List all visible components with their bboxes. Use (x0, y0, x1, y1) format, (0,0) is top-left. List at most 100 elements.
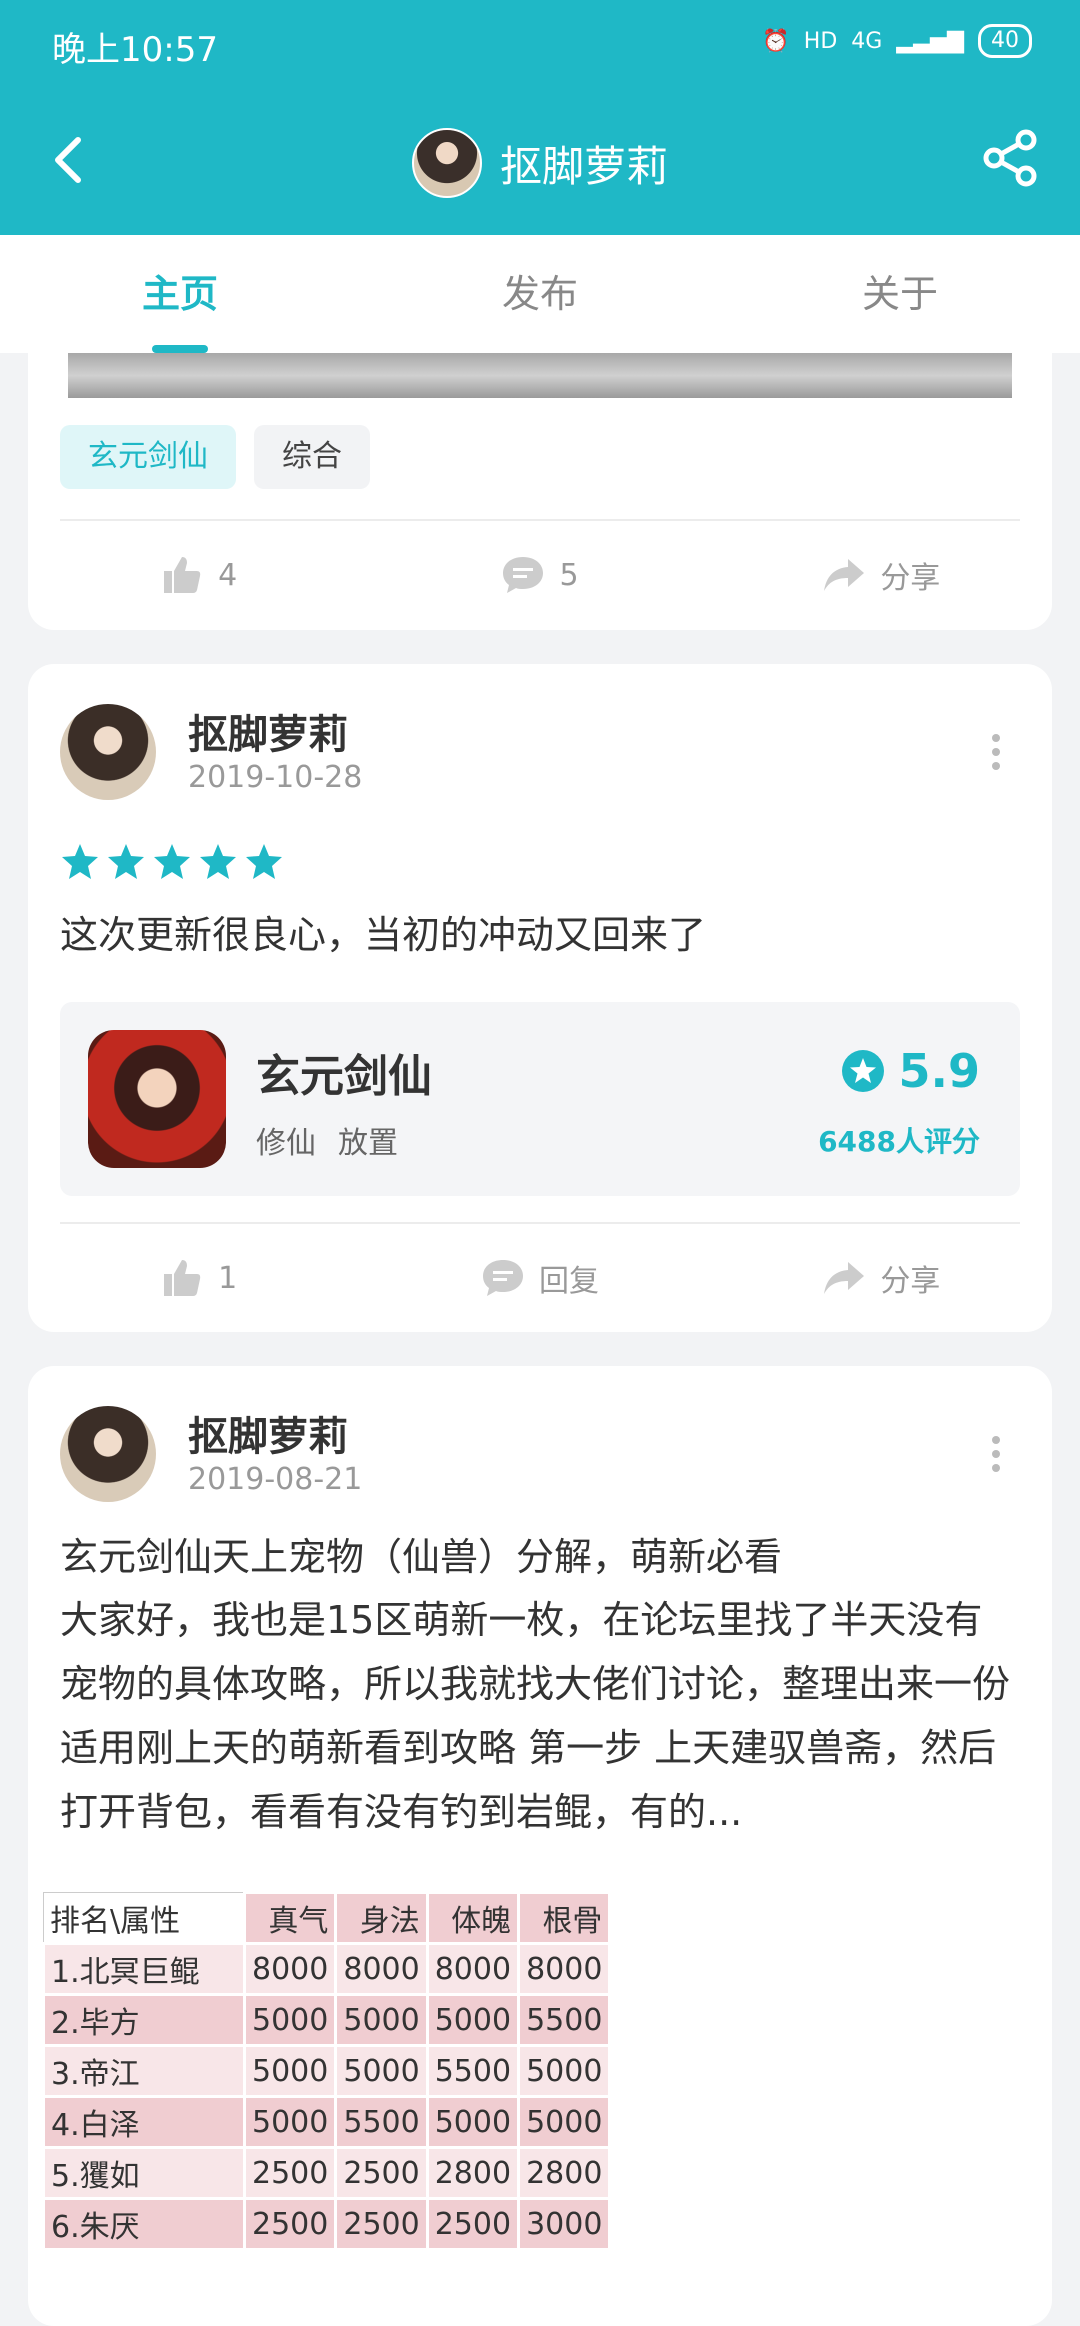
status-icons: ⏰ HD 4G ▂▃▅▇ 40 (762, 24, 1032, 58)
game-categories: 修仙 放置 (256, 1118, 398, 1162)
share-button[interactable]: 分享 (711, 1256, 1052, 1300)
star-icon (62, 844, 98, 879)
table-cell: 2800 (517, 2146, 612, 2200)
article-title: 玄元剑仙天上宠物（仙兽）分解，萌新必看 (60, 1535, 783, 1579)
table-header-row: 排名\属性 真气 身法 体魄 根骨 (43, 1891, 612, 1945)
post-date: 2019-10-28 (188, 760, 363, 795)
post-date: 2019-08-21 (188, 1462, 363, 1497)
table-cell: 8000 (242, 1942, 338, 1996)
table-cell: 8000 (517, 1942, 612, 1996)
review-text: 这次更新很良心，当初的冲动又回来了 (60, 913, 707, 957)
tab-home[interactable]: 主页 (0, 235, 360, 353)
star-icon (154, 844, 190, 879)
table-row: 3.帝江 5000 5000 5500 5000 (42, 2044, 612, 2098)
reply-button[interactable]: 回复 (369, 1256, 710, 1300)
signal-icon: ▂▃▅▇ (896, 28, 964, 54)
comment-icon (503, 557, 544, 593)
status-bar: 晚上10:57 ⏰ HD 4G ▂▃▅▇ 40 (0, 0, 1080, 90)
table-cell: 5000 (425, 2095, 521, 2149)
rating-count: 6488人评分 (818, 1125, 980, 1158)
table-cell: 4.白泽 (42, 2095, 246, 2149)
table-cell: 2500 (242, 2146, 338, 2200)
header-title: 抠脚萝莉 (499, 141, 668, 191)
table-cell: 1.北冥巨鲲 (42, 1942, 246, 1996)
username[interactable]: 抠脚萝莉 (188, 1404, 348, 1462)
tab-publish[interactable]: 发布 (360, 235, 720, 353)
table-row: 1.北冥巨鲲 8000 8000 8000 8000 (42, 1942, 612, 1996)
table-cell: 2.毕方 (42, 1993, 246, 2047)
table-cell: 6.朱厌 (42, 2197, 246, 2251)
tag-general[interactable]: 综合 (254, 425, 370, 489)
star-icon (108, 844, 144, 879)
game-score: 5.9 (841, 1044, 981, 1098)
top-bar: 晚上10:57 ⏰ HD 4G ▂▃▅▇ 40 抠脚萝莉 (0, 0, 1080, 235)
game-score-value: 5.9 (898, 1044, 981, 1098)
more-options-icon[interactable] (992, 734, 1002, 776)
table-cell: 5000 (242, 2095, 338, 2149)
post-image[interactable] (68, 353, 1012, 398)
avatar[interactable] (60, 704, 156, 800)
alarm-icon: ⏰ (762, 28, 790, 54)
divider (60, 519, 1020, 521)
game-category: 修仙 (256, 1126, 316, 1161)
like-count: 1 (218, 1260, 238, 1296)
table-cell: 5500 (517, 1993, 612, 2047)
table-cell: 2500 (242, 2197, 338, 2251)
table-cell: 3000 (517, 2197, 612, 2251)
like-button[interactable]: 4 (28, 553, 369, 597)
table-row: 4.白泽 5000 5500 5000 5000 (42, 2095, 612, 2149)
table-cell: 8000 (425, 1942, 521, 1996)
table-cell: 8000 (334, 1942, 429, 1996)
share-icon[interactable] (980, 128, 1040, 188)
network-label: 4G (851, 28, 883, 54)
game-category: 放置 (338, 1126, 398, 1161)
header-avatar (411, 128, 482, 198)
comment-count: 5 (559, 557, 579, 593)
table-cell: 5500 (334, 2095, 429, 2149)
star-icon (200, 844, 236, 879)
avatar[interactable] (60, 1406, 156, 1502)
like-button[interactable]: 1 (28, 1256, 369, 1300)
divider (60, 1222, 1020, 1224)
forward-icon (824, 559, 865, 591)
share-label: 分享 (880, 561, 941, 596)
table-cell: 2500 (334, 2197, 429, 2251)
thumbs-up-icon (164, 1260, 201, 1296)
comment-button[interactable]: 5 (369, 553, 710, 597)
rating-stars (60, 842, 284, 882)
table-header-cell: 排名\属性 (43, 1892, 245, 1944)
table-cell: 2500 (425, 2197, 521, 2251)
thumbs-up-icon (164, 557, 201, 593)
username[interactable]: 抠脚萝莉 (188, 702, 348, 760)
more-options-icon[interactable] (992, 1436, 1002, 1478)
hd-badge: HD (803, 28, 838, 54)
table-cell: 5000 (425, 1993, 521, 2047)
comment-icon (482, 1260, 523, 1296)
status-time: 晚上10:57 (52, 30, 218, 70)
header-title-group: 抠脚萝莉 (0, 128, 1080, 198)
table-cell: 5000 (334, 1993, 429, 2047)
table-cell: 3.帝江 (42, 2044, 246, 2098)
table-cell: 5000 (242, 2044, 338, 2098)
share-button[interactable]: 分享 (711, 553, 1052, 597)
table-header-cell: 根骨 (517, 1891, 612, 1945)
battery-indicator: 40 (978, 24, 1032, 58)
review-card[interactable]: 抠脚萝莉 2019-10-28 这次更新很良心，当初的冲动又回来了 玄元剑仙 修… (28, 664, 1052, 1332)
share-label: 分享 (880, 1264, 941, 1299)
tag-game[interactable]: 玄元剑仙 (60, 425, 236, 489)
action-bar: 1 回复 分享 (28, 1256, 1052, 1300)
table-header-cell: 身法 (334, 1891, 429, 1945)
post-card-previous: 玄元剑仙 综合 4 5 分享 (28, 353, 1052, 630)
table-cell: 5.玃如 (42, 2146, 246, 2200)
table-header-cell: 真气 (242, 1891, 338, 1945)
article-card[interactable]: 抠脚萝莉 2019-08-21 玄元剑仙天上宠物（仙兽）分解，萌新必看 大家好，… (28, 1366, 1052, 2326)
article-body: 大家好，我也是15区萌新一枚，在论坛里找了半天没有宠物的具体攻略，所以我就找大佬… (60, 1598, 1011, 1834)
tag-list: 玄元剑仙 综合 (60, 425, 370, 489)
game-name: 玄元剑仙 (256, 1051, 432, 1102)
game-card[interactable]: 玄元剑仙 修仙 放置 5.9 6488人评分 (60, 1002, 1020, 1196)
table-header-cell: 体魄 (425, 1891, 521, 1945)
forward-icon (824, 1262, 865, 1294)
tab-about[interactable]: 关于 (720, 235, 1080, 353)
action-bar: 4 5 分享 (28, 553, 1052, 597)
navigation-bar: 抠脚萝莉 (0, 90, 1080, 235)
